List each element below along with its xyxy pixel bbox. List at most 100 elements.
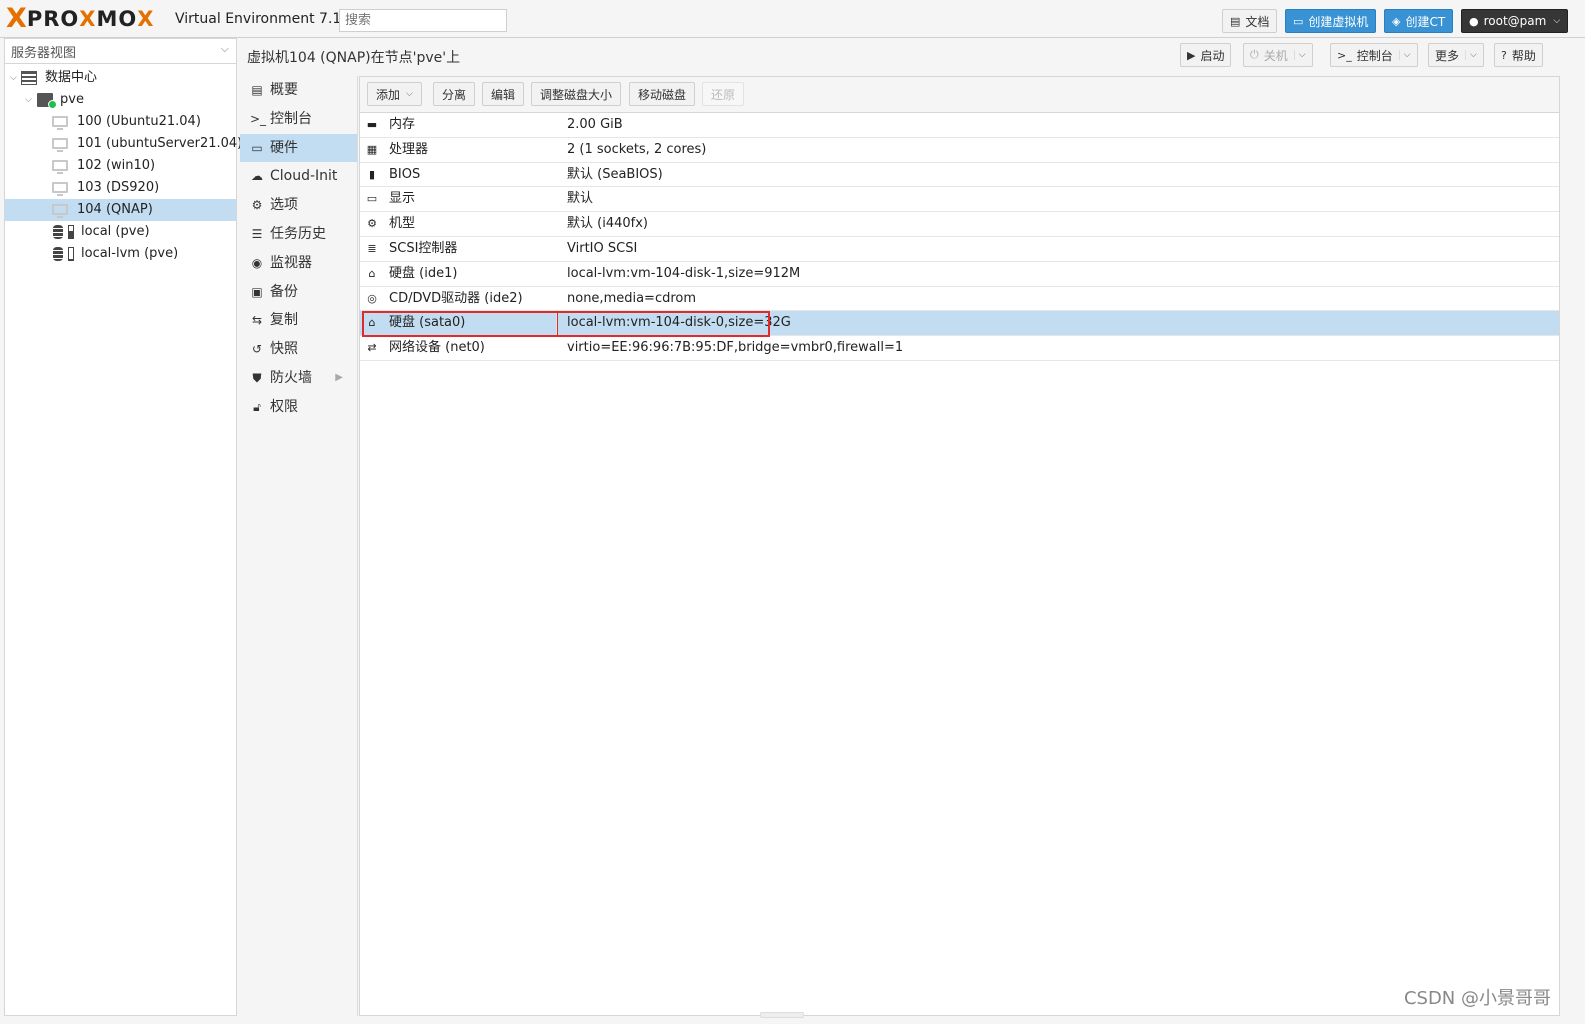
- chevron-down-icon[interactable]: ⌵: [1293, 50, 1306, 60]
- add-button[interactable]: 添加 ⌵: [367, 82, 422, 106]
- datacenter-icon: [21, 71, 37, 85]
- hardware-row-machine[interactable]: ⚙ 机型 默认 (i440fx): [360, 212, 1559, 237]
- hardware-row-cpu[interactable]: ▦ 处理器 2 (1 sockets, 2 cores): [360, 138, 1559, 163]
- hdd-icon: ⌂: [368, 266, 376, 280]
- chevron-down-icon[interactable]: ⌵: [1398, 50, 1411, 60]
- history-icon: ↺: [251, 342, 263, 357]
- page-edge: [1560, 38, 1585, 1016]
- power-icon: ⏻: [1250, 48, 1259, 61]
- version-label: Virtual Environment 7.1-7: [175, 11, 356, 27]
- start-button[interactable]: ▶ 启动: [1180, 43, 1232, 67]
- move-disk-button[interactable]: 移动磁盘: [629, 82, 696, 106]
- tree-vm-103[interactable]: 103 (DS920): [5, 177, 236, 199]
- vm-icon: [52, 160, 68, 174]
- docs-button[interactable]: ▤ 文档: [1222, 9, 1278, 33]
- chevron-down-icon: ⌵: [1465, 50, 1477, 60]
- hardware-row-ide2[interactable]: ◎ CD/DVD驱动器 (ide2) none,media=cdrom: [360, 287, 1559, 312]
- tree-vm-104[interactable]: 104 (QNAP): [5, 199, 236, 221]
- hdd-icon: ⌂: [368, 316, 376, 330]
- storage-icon: [53, 225, 63, 239]
- hardware-row-memory[interactable]: ▬ 内存 2.00 GiB: [360, 113, 1559, 138]
- hardware-panel: 添加 ⌵ 分离 编辑 调整磁盘大小 移动磁盘 还原 ▬ 内存 2.00 GiB …: [359, 76, 1560, 1016]
- online-status-icon: [48, 100, 57, 109]
- hardware-row-display[interactable]: ▭ 显示 默认: [360, 187, 1559, 213]
- display-icon: ▭: [366, 192, 378, 206]
- nav-summary[interactable]: ▤ 概要: [240, 76, 357, 105]
- create-ct-button[interactable]: ◈ 创建CT: [1384, 9, 1454, 33]
- tree-vm-102[interactable]: 102 (win10): [5, 155, 236, 177]
- floppy-icon: ▣: [251, 284, 263, 299]
- page-title: 虚拟机104 (QNAP)在节点'pve'上: [247, 50, 461, 66]
- server-icon: [37, 93, 57, 109]
- logo-wordmark: PROXMOX: [26, 7, 155, 31]
- storage-icon: [53, 247, 63, 261]
- user-icon: ●: [1469, 14, 1479, 28]
- terminal-icon: >_: [1337, 48, 1352, 62]
- cube-icon: ◈: [1392, 14, 1401, 28]
- console-button[interactable]: >_ 控制台 ⌵: [1330, 43, 1418, 67]
- content-panel: 虚拟机104 (QNAP)在节点'pve'上 ▶ 启动 ⏻ 关机 ⌵ >_ 控制…: [240, 38, 1560, 1016]
- hardware-row-scsi[interactable]: ≣ SCSI控制器 VirtIO SCSI: [360, 237, 1559, 262]
- more-button[interactable]: 更多 ⌵: [1428, 43, 1484, 67]
- vm-icon: [52, 116, 68, 130]
- retweet-icon: ⇆: [251, 313, 263, 328]
- resize-disk-button[interactable]: 调整磁盘大小: [531, 82, 622, 106]
- exchange-icon: ⇄: [367, 341, 377, 355]
- search-input[interactable]: [339, 9, 507, 32]
- tree-storage-local-lvm[interactable]: local-lvm (pve): [5, 243, 236, 265]
- question-circle-icon: ?: [1501, 48, 1507, 62]
- vm-icon: [52, 204, 68, 218]
- database-icon: ≣: [367, 242, 377, 255]
- hardware-toolbar: 添加 ⌵ 分离 编辑 调整磁盘大小 移动磁盘 还原: [360, 77, 1559, 113]
- cogs-icon: ⚙: [367, 217, 377, 231]
- resource-tree-panel: 服务器视图 ⌵ ⌵ 数据中心 ⌵ pve 100 (Ubuntu21.04) 1…: [4, 38, 242, 1016]
- tree-vm-100[interactable]: 100 (Ubuntu21.04): [5, 111, 236, 133]
- cdrom-icon: ◎: [367, 291, 377, 305]
- nav-hardware[interactable]: ▭ 硬件: [240, 133, 357, 163]
- chevron-down-icon: ⌵: [1553, 16, 1561, 26]
- tree-storage-local[interactable]: local (pve): [5, 221, 236, 243]
- collapse-toggle-icon[interactable]: ⌵: [25, 89, 32, 111]
- gear-icon: ⚙: [251, 198, 263, 213]
- bios-icon: ▮: [368, 167, 376, 181]
- tree-vm-101[interactable]: 101 (ubuntuServer21.04): [5, 133, 242, 155]
- nav-task-history[interactable]: ☰ 任务历史: [240, 220, 357, 249]
- nav-console[interactable]: >_ 控制台: [240, 105, 357, 134]
- tree-datacenter[interactable]: ⌵ 数据中心: [5, 67, 236, 89]
- hardware-row-ide1[interactable]: ⌂ 硬盘 (ide1) local-lvm:vm-104-disk-1,size…: [360, 262, 1559, 287]
- nav-permissions[interactable]: 🔓︎ 权限: [240, 393, 357, 422]
- cloud-icon: ☁: [251, 169, 263, 184]
- list-icon: ☰: [251, 226, 263, 241]
- proxmox-logo[interactable]: X PROXMOX: [6, 3, 155, 34]
- hardware-row-net0[interactable]: ⇄ 网络设备 (net0) virtio=EE:96:96:7B:95:DF,b…: [360, 336, 1559, 361]
- hardware-row-sata0[interactable]: ⌂ 硬盘 (sata0) local-lvm:vm-104-disk-0,siz…: [360, 311, 1559, 337]
- edit-button[interactable]: 编辑: [482, 82, 525, 106]
- nav-options[interactable]: ⚙ 选项: [240, 191, 357, 220]
- tree-node-pve[interactable]: ⌵ pve: [5, 89, 236, 111]
- unlock-icon: 🔓︎: [253, 399, 261, 414]
- view-selector[interactable]: 服务器视图 ⌵: [5, 39, 236, 64]
- hardware-row-bios[interactable]: ▮ BIOS 默认 (SeaBIOS): [360, 163, 1559, 188]
- nav-replication[interactable]: ⇆ 复制: [240, 306, 357, 335]
- user-menu-button[interactable]: ● root@pam ⌵: [1461, 9, 1569, 33]
- detach-button[interactable]: 分离: [433, 82, 476, 106]
- collapse-toggle-icon[interactable]: ⌵: [10, 67, 17, 89]
- monitor-icon: ▭: [251, 140, 263, 155]
- shutdown-button[interactable]: ⏻ 关机 ⌵: [1243, 43, 1313, 67]
- help-button[interactable]: ? 帮助: [1494, 43, 1543, 67]
- memory-icon: ▬: [366, 118, 378, 131]
- chevron-down-icon: ⌵: [220, 42, 229, 55]
- shield-icon: ⛊: [252, 370, 262, 385]
- resize-handle[interactable]: [760, 1012, 804, 1018]
- create-vm-button[interactable]: ▭ 创建虚拟机: [1285, 9, 1377, 33]
- vm-icon: [52, 138, 68, 152]
- storage-usage-icon: [68, 247, 74, 261]
- chevron-right-icon: ▶: [335, 371, 343, 383]
- logo-x: X: [6, 3, 27, 34]
- nav-monitor[interactable]: ◉ 监视器: [240, 249, 357, 278]
- nav-snapshot[interactable]: ↺ 快照: [240, 335, 357, 364]
- nav-firewall[interactable]: ⛊ 防火墙 ▶: [240, 364, 357, 393]
- revert-button[interactable]: 还原: [702, 82, 745, 106]
- nav-backup[interactable]: ▣ 备份: [240, 278, 357, 307]
- nav-cloud-init[interactable]: ☁ Cloud-Init: [240, 162, 357, 191]
